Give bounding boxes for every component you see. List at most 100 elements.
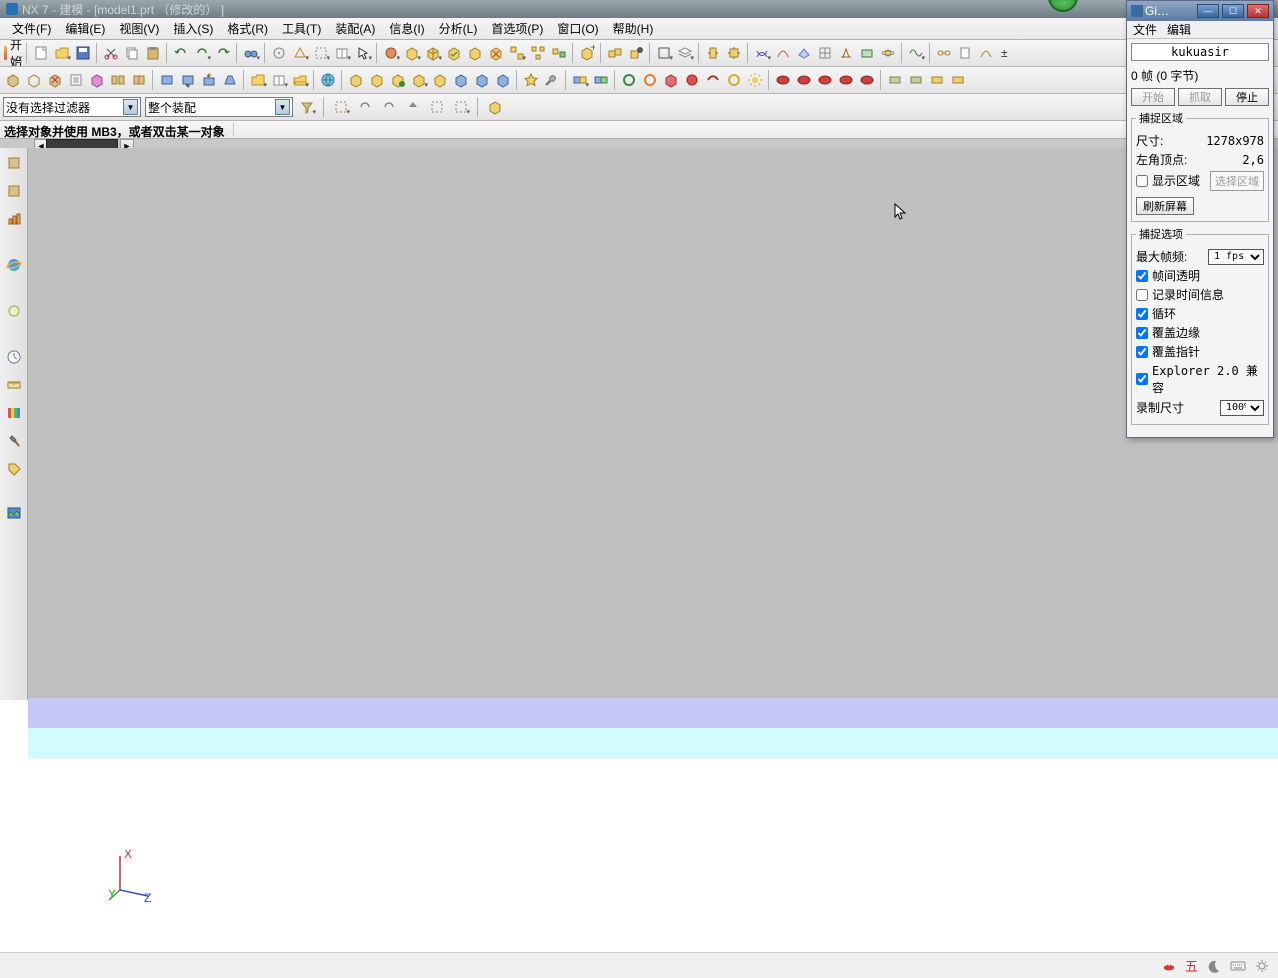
red-7[interactable] <box>857 70 877 90</box>
cube-plus-button[interactable]: + <box>577 43 597 63</box>
t2-b10[interactable] <box>199 70 219 90</box>
menu-prefs[interactable]: 首选项(P) <box>485 18 549 39</box>
cube-bomb-button[interactable] <box>626 43 646 63</box>
b-cube-1[interactable] <box>451 70 471 90</box>
gif-grab-button[interactable]: 抓取 <box>1178 88 1222 106</box>
cube-del-button[interactable] <box>486 43 506 63</box>
t2-b9[interactable] <box>178 70 198 90</box>
menu-assembly[interactable]: 装配(A) <box>329 18 381 39</box>
datum-button[interactable] <box>290 43 310 63</box>
cube-move-button[interactable] <box>465 43 485 63</box>
cube-r[interactable] <box>661 70 681 90</box>
t2-b1[interactable] <box>3 70 23 90</box>
t2-b11[interactable] <box>220 70 240 90</box>
end-2[interactable] <box>906 70 926 90</box>
y-cube-3[interactable] <box>388 70 408 90</box>
select-button[interactable] <box>353 43 373 63</box>
gif-opt3[interactable]: 循环 <box>1136 305 1264 322</box>
undo-sel[interactable] <box>355 97 375 117</box>
gif-opt6[interactable]: Explorer 2.0 兼容 <box>1136 362 1264 396</box>
curve-net-button[interactable] <box>752 43 772 63</box>
chevron-down-icon[interactable]: ▼ <box>275 99 290 115</box>
yel-1[interactable] <box>724 70 744 90</box>
gif-menu-edit[interactable]: 编辑 <box>1167 21 1191 38</box>
wrench-btn[interactable] <box>542 70 562 90</box>
rail-ruler-button[interactable] <box>3 374 25 396</box>
rail-clock-button[interactable] <box>3 346 25 368</box>
gif-refresh-button[interactable]: 刷新屏幕 <box>1136 197 1194 215</box>
minimize-button[interactable]: — <box>1197 4 1219 18</box>
red-6[interactable] <box>836 70 856 90</box>
rail-rainbow-button[interactable] <box>3 402 25 424</box>
red-4[interactable] <box>794 70 814 90</box>
component-button[interactable] <box>402 43 422 63</box>
sel-scope-button[interactable] <box>331 97 351 117</box>
paste-button[interactable] <box>143 43 163 63</box>
close-button[interactable]: ✕ <box>1247 4 1269 18</box>
t2-b5[interactable] <box>87 70 107 90</box>
rail-ie-button[interactable] <box>3 254 25 276</box>
rail-palette-button[interactable] <box>3 300 25 322</box>
keyboard-icon[interactable] <box>1230 958 1246 974</box>
chevron-down-icon[interactable]: ▼ <box>123 99 138 115</box>
assy-book-button[interactable] <box>269 70 289 90</box>
t2-b2[interactable] <box>24 70 44 90</box>
gif-recorder-panel[interactable]: Gi… — ☐ ✕ 文件 编辑 0 帧 (0 字节) 开始 抓取 停止 捕捉区域… <box>1126 0 1274 438</box>
sel-mode[interactable] <box>451 97 471 117</box>
two-cubes-button[interactable] <box>605 43 625 63</box>
assy-folders-button[interactable] <box>290 70 310 90</box>
ref-frame-button[interactable] <box>311 43 331 63</box>
sel-up[interactable] <box>403 97 423 117</box>
filter-action[interactable] <box>297 97 317 117</box>
t2-b6[interactable] <box>108 70 128 90</box>
gif-opt4[interactable]: 覆盖边缘 <box>1136 324 1264 341</box>
mate-button[interactable] <box>423 43 443 63</box>
surf-btn-4[interactable] <box>815 43 835 63</box>
menu-analysis[interactable]: 分析(L) <box>433 18 484 39</box>
menu-format[interactable]: 格式(R) <box>221 18 274 39</box>
save-button[interactable] <box>73 43 93 63</box>
cmd-finder-button[interactable] <box>241 43 261 63</box>
link-button[interactable] <box>934 43 954 63</box>
sphere-button[interactable] <box>381 43 401 63</box>
orient-button[interactable] <box>724 43 744 63</box>
bg-cube-btn[interactable] <box>591 70 611 90</box>
graphics-viewport[interactable] <box>28 148 1278 700</box>
menu-file[interactable]: 文件(F) <box>6 18 57 39</box>
copy-button[interactable] <box>122 43 142 63</box>
y-cube-1[interactable] <box>346 70 366 90</box>
pattern-button[interactable] <box>528 43 548 63</box>
globe-button[interactable] <box>318 70 338 90</box>
redo-sel[interactable] <box>379 97 399 117</box>
start-button[interactable]: 开始 <box>3 43 23 63</box>
redo-button[interactable] <box>213 43 233 63</box>
t2-b4[interactable] <box>66 70 86 90</box>
gif-select-region-button[interactable]: 选择区域 <box>1210 171 1264 191</box>
rail-nav-button[interactable] <box>3 152 25 174</box>
open-button[interactable] <box>52 43 72 63</box>
surf-btn-7[interactable] <box>878 43 898 63</box>
gif-opt1[interactable]: 帧间透明 <box>1136 267 1264 284</box>
explode-button[interactable] <box>507 43 527 63</box>
gif-name-input[interactable] <box>1131 43 1269 61</box>
gif-fps-select[interactable]: 1 fps <box>1208 249 1264 265</box>
by-cube-btn[interactable] <box>570 70 590 90</box>
maximize-button[interactable]: ☐ <box>1222 4 1244 18</box>
link-doc-button[interactable] <box>955 43 975 63</box>
red-2[interactable] <box>703 70 723 90</box>
link-curve-button[interactable] <box>976 43 996 63</box>
cube-check-button[interactable] <box>444 43 464 63</box>
gif-stop-button[interactable]: 停止 <box>1225 88 1269 106</box>
baidu-paw-icon[interactable] <box>1161 958 1177 974</box>
menu-view[interactable]: 视图(V) <box>113 18 165 39</box>
surf-btn-5[interactable] <box>836 43 856 63</box>
y-cube-5[interactable] <box>430 70 450 90</box>
surf-btn-6[interactable] <box>857 43 877 63</box>
surf-curve-button[interactable] <box>773 43 793 63</box>
b-cube-2[interactable] <box>472 70 492 90</box>
cut-button[interactable] <box>101 43 121 63</box>
swap-button[interactable] <box>549 43 569 63</box>
gif-opt2[interactable]: 记录时间信息 <box>1136 286 1264 303</box>
menu-tools[interactable]: 工具(T) <box>276 18 327 39</box>
undo-list-button[interactable] <box>192 43 212 63</box>
